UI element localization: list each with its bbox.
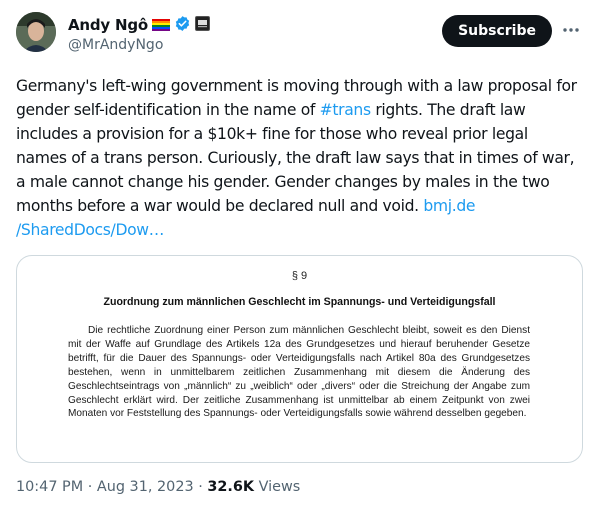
tweet-meta: 10:47 PM · Aug 31, 2023 · 32.6K Views [16, 479, 300, 495]
hashtag-link[interactable]: #trans [320, 101, 371, 119]
views-label: Views [254, 479, 301, 495]
subscribe-button[interactable]: Subscribe [442, 15, 552, 47]
display-name[interactable]: Andy Ngô [68, 16, 148, 34]
views-count[interactable]: 32.6K [207, 479, 254, 495]
verified-check-icon[interactable] [174, 15, 191, 36]
document-heading: Zuordnung zum männlichen Geschlecht im S… [103, 296, 496, 308]
meta-separator-2: · [193, 479, 208, 495]
handle[interactable]: @MrAndyNgo [68, 37, 210, 53]
tweet-header: Andy Ngô @MrAndyNgo Subscribe [16, 12, 582, 60]
tweet-text: Germany's left-wing government is moving… [16, 74, 582, 242]
affiliate-badge-icon[interactable] [195, 15, 211, 35]
meta-separator: · [83, 479, 97, 495]
rainbow-flag-icon [152, 16, 171, 35]
attached-image[interactable]: § 9 Zuordnung zum männlichen Geschlecht … [16, 255, 583, 463]
document-section-number: § 9 [291, 270, 308, 282]
avatar[interactable] [16, 12, 56, 52]
tweet-time[interactable]: 10:47 PM [16, 479, 83, 495]
name-row: Andy Ngô [68, 14, 211, 36]
more-options-icon[interactable] [560, 20, 582, 40]
tweet-date[interactable]: Aug 31, 2023 [97, 479, 194, 495]
document-body: Die rechtliche Zuordnung einer Person zu… [68, 325, 530, 420]
author-block: Andy Ngô @MrAndyNgo [68, 14, 211, 53]
